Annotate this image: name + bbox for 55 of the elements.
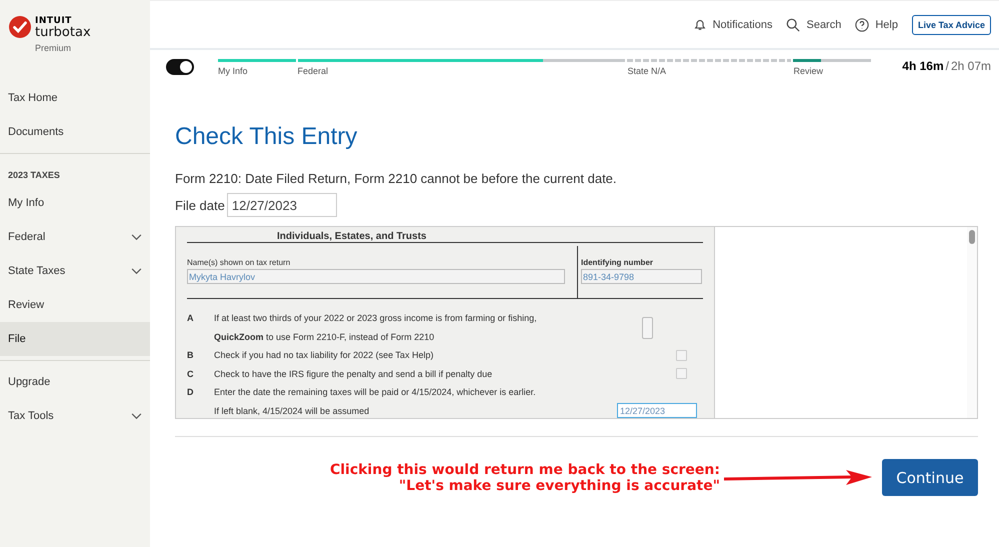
form-heading: Individuals, Estates, and Trusts [277, 231, 426, 242]
line-letter: D [187, 387, 194, 398]
sidebar-item[interactable]: State Taxes [0, 254, 150, 288]
line-text: Check if you had no tax liability for 2022 (see Tax Help) [214, 350, 434, 360]
chevron-icon [131, 412, 142, 420]
bell-icon [692, 17, 707, 32]
identifying-number-label: Identifying number [581, 258, 654, 267]
checkbox[interactable] [676, 350, 687, 361]
brand-edition: Premium [35, 43, 72, 53]
progress-step-label: Federal [298, 66, 330, 76]
line-letter: A [187, 313, 194, 324]
toggle-switch[interactable] [166, 59, 194, 75]
help-link[interactable]: Help [855, 18, 898, 32]
line-text: Check to have the IRS figure the penalty and send a bill if penalty due [214, 368, 492, 379]
chevron-icon [131, 268, 142, 274]
search-icon [786, 18, 800, 32]
sidebar-section-heading: 2023 TAXES [7, 169, 61, 182]
sidebar-item[interactable]: Upgrade [0, 365, 150, 399]
line-text: Enter the date the remaining taxes will be paid or 4/15/2024, whichever is earlier. [214, 387, 536, 398]
live-tax-advice-button[interactable]: Live Tax Advice [912, 14, 991, 34]
progress-step-label: Review [793, 66, 824, 76]
brand-product: turbotax [35, 26, 91, 40]
line-text: If left blank, 4/15/2024 will be assumed [214, 406, 370, 416]
file-date-label: File date [175, 198, 225, 212]
file-date-field[interactable]: 12/27/2023 [226, 193, 337, 217]
checkmark-logo-icon [9, 16, 31, 38]
scrollbar[interactable] [967, 227, 977, 418]
time-used: 4h 16m [902, 59, 944, 73]
sidebar-item[interactable]: Review [0, 288, 150, 322]
time-separator: / [946, 59, 949, 73]
quickzoom-button[interactable] [642, 317, 653, 339]
line-text: QuickZoom to use Form 2210-F, instead of Form 2210 [214, 332, 434, 342]
continue-button[interactable]: Continue [882, 459, 978, 496]
progress-step-label: My Info [218, 66, 249, 76]
sidebar-item[interactable]: Tax Tools [0, 399, 150, 433]
error-message: Form 2210: Date Filed Return, Form 2210 cannot be before the current date. [175, 171, 618, 186]
sidebar-item[interactable]: Documents [0, 115, 150, 149]
line-letter: B [187, 350, 194, 360]
line-text: If at least two thirds of your 2022 or 2023 gross income is from farming or fishing, [214, 313, 537, 324]
progress-step-label: State N/A [627, 66, 668, 76]
checkbox[interactable] [676, 368, 687, 380]
sidebar-item[interactable]: Federal [0, 220, 150, 254]
page-title: Check This Entry [175, 123, 358, 151]
name-label: Name(s) shown on tax return [187, 258, 292, 267]
sidebar-item[interactable]: File [0, 322, 150, 356]
notifications-link[interactable]: Notifications [692, 17, 772, 32]
line-letter: C [187, 368, 194, 379]
chevron-icon [131, 234, 142, 240]
annotation-text: Clicking this would return me back to the screen: "Let's make sure everything is accurate" [328, 462, 720, 494]
sidebar-item[interactable]: Tax Home [0, 81, 150, 115]
time-estimate: 2h 07m [950, 59, 991, 73]
help-icon [855, 18, 870, 32]
sidebar-item[interactable]: My Info [0, 186, 150, 220]
search-link[interactable]: Search [786, 18, 842, 32]
brand-company: INTUIT [35, 16, 73, 26]
